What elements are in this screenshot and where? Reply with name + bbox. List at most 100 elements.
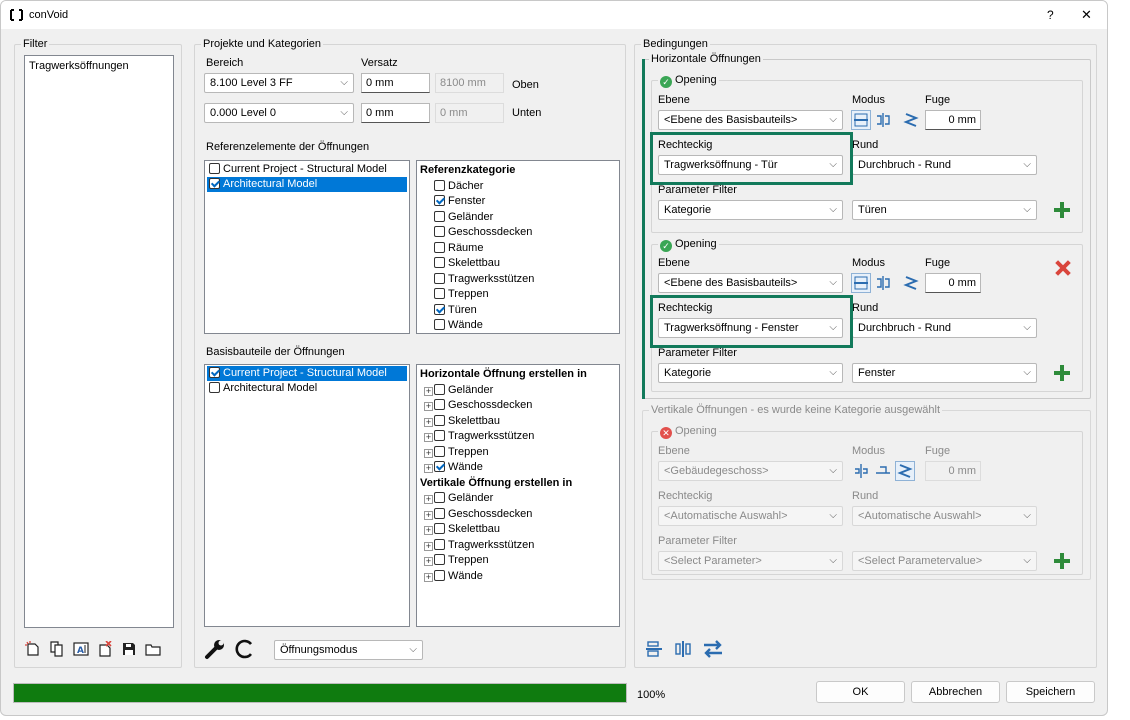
ref-cat-geschossdecken[interactable]: Geschossdecken: [420, 225, 534, 241]
horiz-geschossdecken[interactable]: + Geschossdecken: [420, 398, 587, 414]
refresh-icon[interactable]: [233, 638, 255, 660]
unten-label: Unten: [512, 107, 542, 119]
opening-1-rund-label: Rund: [852, 139, 879, 151]
level-top-value: 8.100 Level 3 FF: [210, 77, 293, 89]
ref-model-architectural[interactable]: Architectural Model: [207, 177, 407, 192]
align-vertical-icon[interactable]: [672, 638, 694, 660]
bracket-logo-icon: [10, 9, 23, 21]
horiz-gelaender[interactable]: + Geländer: [420, 383, 587, 399]
chevron-down-icon: ⌵: [1023, 555, 1031, 566]
progress-label: 100%: [637, 689, 666, 701]
ref-cat-gelaender[interactable]: Geländer: [420, 210, 534, 226]
opening-1-modus-label: Modus: [852, 94, 886, 106]
opening-mode-select[interactable]: Öffnungsmodus ⌵: [274, 640, 423, 660]
add-filter-plus-icon[interactable]: [1053, 201, 1071, 219]
checkbox-checked[interactable]: [209, 178, 220, 189]
filter-list[interactable]: Tragwerksöffnungen: [24, 55, 174, 628]
ref-cat-treppen[interactable]: Treppen: [420, 287, 534, 303]
ref-cat-tueren[interactable]: Türen: [420, 303, 534, 319]
mode-diagonal-icon[interactable]: [901, 273, 921, 293]
horiz-tragwerksstuetzen[interactable]: + Tragwerksstützen: [420, 429, 587, 445]
opening-2-fuge-input[interactable]: 0 mm: [925, 273, 981, 293]
opening-2-rund-select[interactable]: Durchbruch - Rund ⌵: [852, 318, 1037, 338]
mode-horizontal-icon[interactable]: [851, 110, 871, 130]
opening-2-ebene-select[interactable]: <Ebene des Basisbauteils> ⌵: [658, 273, 843, 293]
opening-3-group: ✕ Opening Ebene Modus Fuge <Gebäudegescho…: [651, 425, 1083, 575]
level-bottom-select[interactable]: 0.000 Level 0 ⌵: [204, 103, 354, 123]
chevron-down-icon: ⌵: [409, 644, 417, 655]
help-button[interactable]: ?: [1047, 9, 1054, 22]
opening-2-mode-toggle[interactable]: [851, 272, 921, 294]
delete-filter-icon[interactable]: [96, 640, 114, 658]
mode-diagonal-icon[interactable]: [901, 110, 921, 130]
opening-1-param-key-select[interactable]: Kategorie ⌵: [658, 200, 843, 220]
opening-3-fuge-input: 0 mm: [925, 461, 981, 481]
ref-elements-label: Referenzelemente der Öffnungen: [206, 141, 370, 153]
opening-1-param-value-select[interactable]: Türen ⌵: [852, 200, 1037, 220]
oben-label: Oben: [512, 79, 539, 91]
horizontal-openings-group: Horizontale Öffnungen ✓ Opening Ebene Mod…: [642, 53, 1091, 399]
ref-cat-fenster[interactable]: Fenster: [420, 194, 534, 210]
ref-model-structural[interactable]: Current Project - Structural Model: [207, 162, 407, 177]
base-model-architectural[interactable]: Architectural Model: [207, 381, 407, 396]
base-model-structural[interactable]: Current Project - Structural Model: [207, 366, 407, 381]
ref-cat-raeume[interactable]: Räume: [420, 241, 534, 257]
chevron-down-icon: ⌵: [1023, 510, 1031, 521]
close-button[interactable]: ✕: [1081, 8, 1092, 21]
rename-filter-icon[interactable]: A: [72, 640, 90, 658]
cancel-button[interactable]: Abbrechen: [911, 681, 1000, 703]
remove-opening-x-icon[interactable]: [1054, 259, 1072, 277]
save-filter-icon[interactable]: [120, 640, 138, 658]
horiz-waende[interactable]: + Wände: [420, 460, 587, 476]
opening-3-param-key-select: <Select Parameter> ⌵: [658, 551, 843, 571]
mode-side-icon[interactable]: [873, 273, 893, 293]
vert-treppen[interactable]: + Treppen: [420, 553, 587, 569]
horiz-skelettbau[interactable]: + Skelettbau: [420, 414, 587, 430]
level-top-select[interactable]: 8.100 Level 3 FF ⌵: [204, 73, 354, 93]
ref-cat-daecher[interactable]: Dächer: [420, 179, 534, 195]
opening-2-param-key-select[interactable]: Kategorie ⌵: [658, 363, 843, 383]
add-filter-plus-icon[interactable]: [1053, 552, 1071, 570]
opening-3-ebene-select: <Gebäudegeschoss> ⌵: [658, 461, 843, 481]
mode-side-icon[interactable]: [873, 110, 893, 130]
opening-1-rund-select[interactable]: Durchbruch - Rund ⌵: [852, 155, 1037, 175]
ref-cat-skelettbau[interactable]: Skelettbau: [420, 256, 534, 272]
create-openings-tree[interactable]: Horizontale Öffnung erstellen in + Geländ…: [416, 364, 620, 627]
align-horizontal-icon[interactable]: [643, 638, 665, 660]
opening-1-ebene-select[interactable]: <Ebene des Basisbauteils> ⌵: [658, 110, 843, 130]
offset-bottom-input[interactable]: 0 mm: [361, 103, 430, 123]
ref-models-list[interactable]: Current Project - Structural Model Archi…: [204, 160, 410, 334]
checkbox[interactable]: [209, 163, 220, 174]
mode-horizontal-icon[interactable]: [851, 273, 871, 293]
filter-item-tragwerksoeffnungen[interactable]: Tragwerksöffnungen: [27, 59, 129, 74]
base-models-list[interactable]: Current Project - Structural Model Archi…: [204, 364, 410, 627]
ref-cat-tragwerksstuetzen[interactable]: Tragwerksstützen: [420, 272, 534, 288]
checkbox-checked[interactable]: [209, 367, 220, 378]
horiz-create-header: Horizontale Öffnung erstellen in: [420, 368, 587, 380]
vert-gelaender[interactable]: + Geländer: [420, 491, 587, 507]
open-folder-icon[interactable]: [144, 640, 162, 658]
swap-arrows-icon[interactable]: [701, 637, 725, 661]
wrench-icon[interactable]: [204, 638, 226, 660]
vert-skelettbau[interactable]: + Skelettbau: [420, 522, 587, 538]
opening-1-fuge-input[interactable]: 0 mm: [925, 110, 981, 130]
highlight-frame-rect-1: [650, 132, 853, 185]
opening-2-rund-label: Rund: [852, 302, 879, 314]
vert-tragwerksstuetzen[interactable]: + Tragwerksstützen: [420, 538, 587, 554]
filter-group: Filter Tragwerksöffnungen A: [14, 38, 182, 668]
ok-button[interactable]: OK: [816, 681, 905, 703]
horiz-treppen[interactable]: + Treppen: [420, 445, 587, 461]
add-filter-plus-icon[interactable]: [1053, 364, 1071, 382]
ref-category-tree[interactable]: Referenzkategorie Dächer Fenster Gelände…: [416, 160, 620, 334]
new-filter-icon[interactable]: [24, 640, 42, 658]
opening-2-group: ✓ Opening Ebene Modus Fuge <Ebene des Bas…: [650, 238, 1083, 392]
checkbox[interactable]: [209, 382, 220, 393]
copy-filter-icon[interactable]: [48, 640, 66, 658]
vert-waende[interactable]: + Wände: [420, 569, 587, 585]
offset-top-input[interactable]: 0 mm: [361, 73, 430, 93]
opening-2-param-value-select[interactable]: Fenster ⌵: [852, 363, 1037, 383]
save-button[interactable]: Speichern: [1006, 681, 1095, 703]
vert-geschossdecken[interactable]: + Geschossdecken: [420, 507, 587, 523]
ref-cat-waende[interactable]: Wände: [420, 318, 534, 334]
opening-1-mode-toggle[interactable]: [851, 109, 921, 131]
